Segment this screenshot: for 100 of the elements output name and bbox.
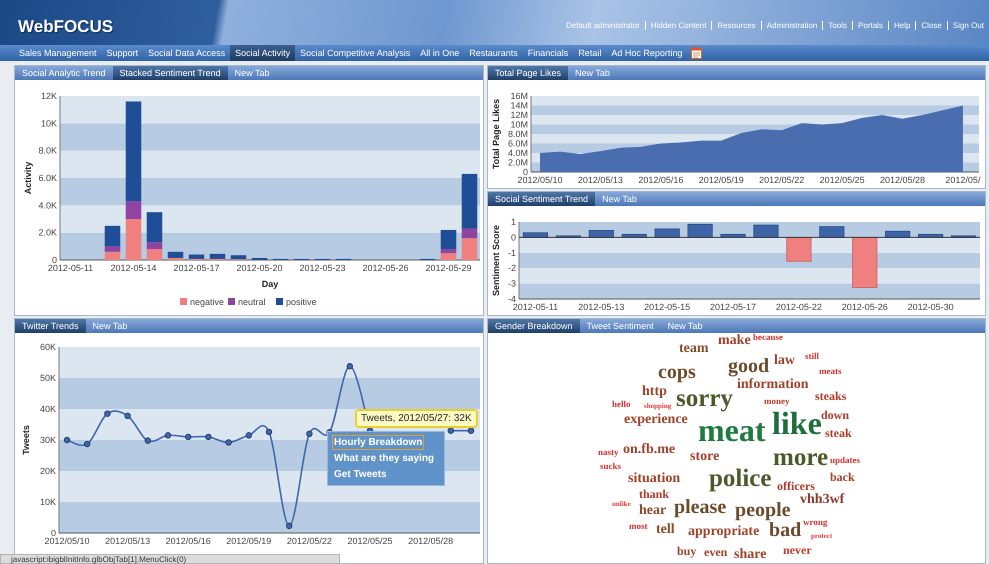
- menu-item[interactable]: Get Tweets: [332, 467, 389, 482]
- data-point[interactable]: [84, 440, 90, 448]
- tick-label: 2.0M: [508, 158, 528, 168]
- header-link[interactable]: Resources: [711, 21, 761, 30]
- cloud-word: tell: [656, 523, 675, 538]
- tick-label: 2012/05/16: [638, 175, 684, 185]
- tick-label: 2012/05/19: [226, 536, 272, 546]
- cloud-word: meat: [698, 414, 766, 446]
- tick-label: 2012/05/13: [105, 536, 150, 546]
- chart-bar: [654, 228, 680, 238]
- menu-item[interactable]: What are they saying: [332, 451, 436, 466]
- tick-label: 2012/05/28: [880, 175, 926, 185]
- tick-label: 12M: [510, 110, 528, 120]
- panel-tab[interactable]: Tweet Sentiment: [580, 319, 661, 333]
- tick-label: 1: [510, 217, 516, 227]
- panel-tab[interactable]: New Tab: [660, 319, 710, 333]
- header-link[interactable]: Help: [888, 21, 916, 30]
- chart-bar: [786, 237, 812, 262]
- tick-label: 2012-05-11: [48, 263, 94, 273]
- tick-label: 2.0K: [38, 228, 57, 238]
- data-point[interactable]: [104, 410, 111, 417]
- header-link[interactable]: Portals: [852, 21, 888, 30]
- tick-label: 2012-05-17: [710, 302, 756, 312]
- data-point[interactable]: [124, 412, 131, 420]
- header-link[interactable]: Hidden Content: [644, 21, 712, 30]
- tooltip: Tweets, 2012/05/27: 32K: [355, 409, 478, 428]
- header-link[interactable]: Close: [915, 21, 947, 30]
- chart-bar: [556, 235, 581, 238]
- nav-tab[interactable]: Restaurants: [464, 45, 523, 61]
- header-link[interactable]: Sign Out: [946, 21, 989, 30]
- chart-bar: [720, 234, 746, 238]
- header-link[interactable]: Default administrator: [561, 21, 645, 30]
- panel-tab[interactable]: Stacked Sentiment Trend: [112, 66, 228, 80]
- chart-bar: [819, 226, 844, 238]
- legend-label: positive: [286, 297, 317, 307]
- tick-label: 2012/05/16: [166, 536, 211, 546]
- panel-tab[interactable]: New Tab: [568, 66, 617, 80]
- tick-label: 2012-05-26: [362, 263, 409, 273]
- data-point[interactable]: [246, 432, 252, 439]
- nav-tab[interactable]: Sales Management: [14, 45, 102, 61]
- tick-label: 60K: [40, 342, 56, 352]
- nav-tab[interactable]: Retail: [573, 45, 606, 61]
- tick-label: 2012-05-14: [110, 263, 157, 273]
- tick-label: 2012-05-26: [842, 302, 888, 312]
- cloud-word: like: [772, 407, 822, 440]
- cloud-word: people: [735, 500, 791, 520]
- cloud-word: good: [728, 356, 770, 376]
- data-point[interactable]: [306, 430, 313, 437]
- nav-tab[interactable]: Ad Hoc Reporting: [606, 45, 688, 61]
- cloud-word: still: [805, 352, 820, 362]
- cloud-word: steaks: [815, 390, 846, 402]
- nav-tab[interactable]: Support: [102, 45, 144, 61]
- cloud-word: more: [773, 445, 828, 470]
- note-icon[interactable]: [691, 47, 702, 59]
- panel-tab[interactable]: Social Sentiment Trend: [488, 192, 596, 206]
- data-point[interactable]: [286, 522, 292, 530]
- axis-title: Tweets: [21, 425, 31, 455]
- panel-tab[interactable]: Gender Breakdown: [488, 319, 580, 333]
- data-point[interactable]: [468, 428, 474, 434]
- panel-tab[interactable]: New Tab: [595, 192, 644, 206]
- tick-label: 0: [50, 528, 56, 538]
- data-point[interactable]: [448, 428, 454, 434]
- panel-tab[interactable]: New Tab: [228, 66, 276, 80]
- tick-label: 20K: [40, 466, 56, 476]
- nav-tab[interactable]: All in One: [415, 45, 464, 61]
- data-point[interactable]: [225, 439, 232, 446]
- tick-label: 10M: [510, 120, 528, 130]
- cloud-word: make: [718, 334, 751, 348]
- panel-tab[interactable]: Social Analytic Trend: [15, 66, 113, 80]
- data-point[interactable]: [144, 437, 151, 444]
- data-point[interactable]: [164, 432, 172, 439]
- panel-tab[interactable]: New Tab: [86, 319, 134, 333]
- cloud-word: law: [774, 354, 795, 368]
- cloud-word: never: [783, 544, 812, 556]
- data-point[interactable]: [266, 428, 272, 436]
- cloud-word: hear: [639, 504, 666, 518]
- nav-tab[interactable]: Social Competitive Analysis: [295, 45, 416, 61]
- header-link[interactable]: Tools: [822, 21, 852, 30]
- nav-tab[interactable]: Social Activity: [230, 45, 296, 61]
- tick-label: 2012/05/22: [759, 175, 804, 185]
- tick-label: 2012-05-29: [425, 263, 472, 273]
- tick-label: 2012/05/10: [517, 175, 563, 185]
- tick-label: 8.0M: [508, 129, 528, 139]
- tick-label: 6.0M: [508, 138, 528, 148]
- axis-title: Total Page Likes: [491, 98, 501, 170]
- tick-label: 2012-05-13: [578, 302, 624, 312]
- nav-tab[interactable]: Financials: [522, 45, 574, 61]
- tick-label: -2: [508, 263, 516, 274]
- tick-label: 2012/05/13: [578, 175, 623, 185]
- menu-item[interactable]: Hourly Breakdown: [332, 435, 424, 450]
- header-link[interactable]: Administration: [760, 21, 822, 30]
- data-point[interactable]: [185, 434, 192, 440]
- cloud-word: information: [737, 378, 809, 392]
- data-point[interactable]: [346, 363, 353, 370]
- nav-tab[interactable]: Social Data Access: [143, 45, 230, 61]
- data-point[interactable]: [205, 434, 212, 440]
- cloud-word: because: [753, 333, 783, 342]
- panel-tab[interactable]: Twitter Trends: [15, 319, 86, 333]
- panel-tab[interactable]: Total Page Likes: [488, 66, 568, 80]
- data-point[interactable]: [64, 436, 70, 444]
